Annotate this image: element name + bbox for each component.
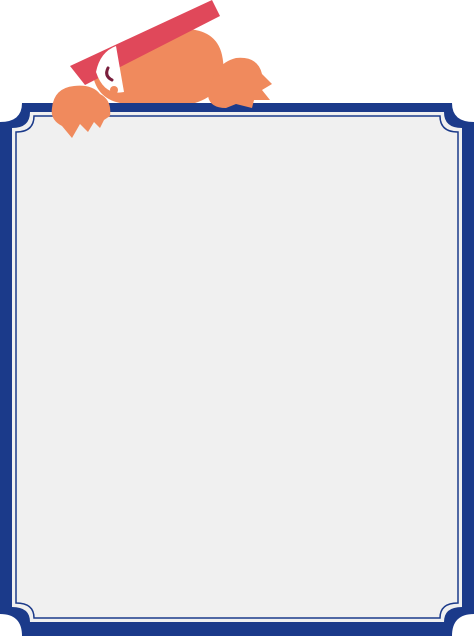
frame-inner-panel <box>12 112 462 622</box>
blank-frame-scene <box>0 0 474 636</box>
ornate-frame <box>0 103 474 636</box>
